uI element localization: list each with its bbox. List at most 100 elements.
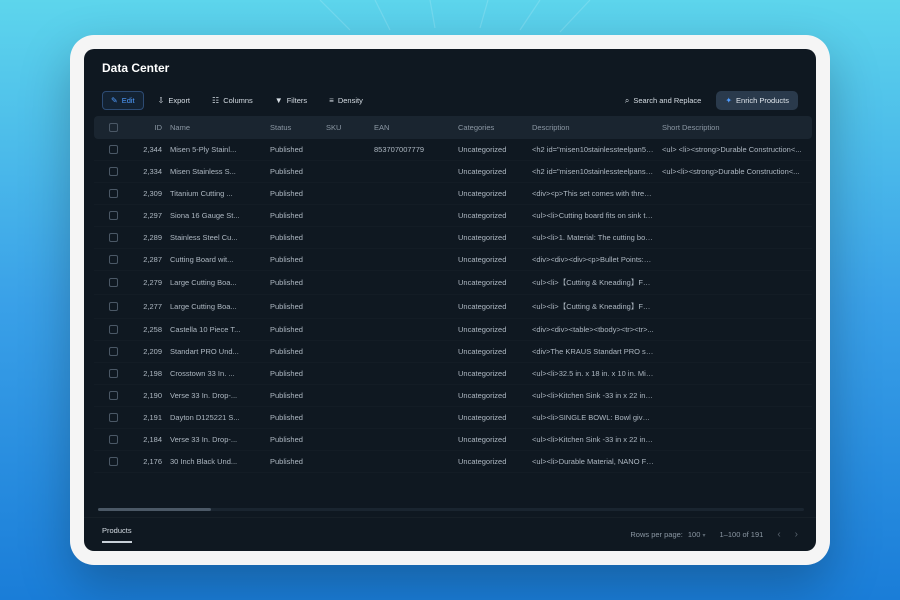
row-checkbox[interactable] [109, 302, 118, 311]
row-checkbox[interactable] [109, 369, 118, 378]
search-replace-label: Search and Replace [633, 96, 701, 105]
col-status[interactable]: Status [266, 123, 322, 132]
cell-id: 2,184 [126, 435, 166, 444]
table-row[interactable]: 2,309Titanium Cutting ...PublishedUncate… [94, 183, 812, 205]
cell-name: Crosstown 33 In. ... [166, 369, 266, 378]
tab-products[interactable]: Products [102, 526, 132, 543]
table-row[interactable]: 2,209Standart PRO Und...Published Uncateg… [94, 341, 812, 363]
cell-status: Published [266, 347, 322, 356]
cell-status: Published [266, 233, 322, 242]
col-ean[interactable]: EAN [370, 123, 454, 132]
row-checkbox[interactable] [109, 145, 118, 154]
table-row[interactable]: 2,289Stainless Steel Cu...PublishedUncat… [94, 227, 812, 249]
table-header-row: ID Name Status SKU EAN Categories Descri… [94, 116, 812, 139]
col-short-description[interactable]: Short Description [658, 123, 808, 132]
prev-page-button[interactable]: ‹ [777, 529, 780, 540]
table-row[interactable]: 2,17630 Inch Black Und...PublishedUncate… [94, 451, 812, 473]
row-checkbox[interactable] [109, 391, 118, 400]
density-button[interactable]: ≡ Density [321, 92, 371, 109]
chevron-down-icon: ▾ [703, 533, 706, 539]
row-checkbox[interactable] [109, 167, 118, 176]
scrollbar-thumb[interactable] [98, 508, 211, 511]
cell-status: Published [266, 145, 322, 154]
export-label: Export [168, 96, 190, 105]
table-row[interactable]: 2,184Verse 33 In. Drop-...PublishedUncat… [94, 429, 812, 451]
table-row[interactable]: 2,198Crosstown 33 In. ...PublishedUncate… [94, 363, 812, 385]
table-row[interactable]: 2,191Dayton D125221 S...PublishedUncateg… [94, 407, 812, 429]
cell-id: 2,289 [126, 233, 166, 242]
cell-name: Standart PRO Und... [166, 347, 266, 356]
density-icon: ≡ [329, 97, 334, 105]
cell-id: 2,334 [126, 167, 166, 176]
cell-name: Siona 16 Gauge St... [166, 211, 266, 220]
columns-button[interactable]: ☷ Columns [204, 92, 261, 109]
horizontal-scrollbar[interactable] [98, 508, 804, 511]
rows-per-page-select[interactable]: 100 ▾ [688, 530, 706, 539]
cell-name: Cutting Board wit... [166, 255, 266, 264]
select-all-checkbox[interactable] [109, 123, 118, 132]
cell-name: 30 Inch Black Und... [166, 457, 266, 466]
search-replace-button[interactable]: ⌕ Search and Replace [616, 91, 710, 110]
export-button[interactable]: ⇩ Export [150, 92, 198, 109]
density-label: Density [338, 96, 363, 105]
col-description[interactable]: Description [528, 123, 658, 132]
cell-status: Published [266, 325, 322, 334]
page-title: Data Center [84, 49, 816, 85]
row-checkbox[interactable] [109, 325, 118, 334]
table-row[interactable]: 2,277Large Cutting Boa...PublishedUncate… [94, 295, 812, 319]
search-icon: ⌕ [625, 97, 629, 105]
cell-name: Titanium Cutting ... [166, 189, 266, 198]
table-row[interactable]: 2,279Large Cutting Boa...PublishedUncate… [94, 271, 812, 295]
footer: Products Rows per page: 100 ▾ 1–100 of 1… [84, 517, 816, 551]
table-row[interactable]: 2,287Cutting Board wit...PublishedUncate… [94, 249, 812, 271]
cell-categories: Uncategorized [454, 325, 528, 334]
row-checkbox[interactable] [109, 278, 118, 287]
cell-name: Castella 10 Piece T... [166, 325, 266, 334]
edit-label: Edit [122, 96, 135, 105]
table-row[interactable]: 2,334Misen Stainless S...PublishedUncate… [94, 161, 812, 183]
table-row[interactable]: 2,190Verse 33 In. Drop-...PublishedUncat… [94, 385, 812, 407]
cell-categories: Uncategorized [454, 457, 528, 466]
cell-name: Large Cutting Boa... [166, 302, 266, 311]
cell-id: 2,344 [126, 145, 166, 154]
cell-name: Dayton D125221 S... [166, 413, 266, 422]
cell-description: <ul><li>Cutting board fits on sink top f… [528, 211, 658, 220]
pencil-icon: ✎ [111, 97, 118, 105]
cell-categories: Uncategorized [454, 391, 528, 400]
table-row[interactable]: 2,297Siona 16 Gauge St...PublishedUncate… [94, 205, 812, 227]
cell-categories: Uncategorized [454, 347, 528, 356]
cell-id: 2,190 [126, 391, 166, 400]
cell-categories: Uncategorized [454, 278, 528, 287]
col-categories[interactable]: Categories [454, 123, 528, 132]
edit-button[interactable]: ✎ Edit [102, 91, 144, 110]
row-checkbox[interactable] [109, 435, 118, 444]
cell-id: 2,191 [126, 413, 166, 422]
row-checkbox[interactable] [109, 189, 118, 198]
filters-label: Filters [287, 96, 307, 105]
table-row[interactable]: 2,344Misen 5-Ply Stainl...Published85370… [94, 139, 812, 161]
cell-status: Published [266, 435, 322, 444]
cell-categories: Uncategorized [454, 255, 528, 264]
col-sku[interactable]: SKU [322, 123, 370, 132]
cell-status: Published [266, 391, 322, 400]
row-checkbox[interactable] [109, 413, 118, 422]
cell-description: <ul><li>32.5 in. x 18 in. x 10 in. Minim… [528, 369, 658, 378]
row-checkbox[interactable] [109, 347, 118, 356]
cell-categories: Uncategorized [454, 211, 528, 220]
next-page-button[interactable]: › [795, 529, 798, 540]
cell-categories: Uncategorized [454, 167, 528, 176]
cell-id: 2,209 [126, 347, 166, 356]
enrich-products-button[interactable]: ✦ Enrich Products [716, 91, 798, 110]
cell-short-description: <ul> <li><strong>Durable Construction<..… [658, 145, 808, 154]
filters-button[interactable]: ▼ Filters [267, 92, 315, 109]
row-checkbox[interactable] [109, 457, 118, 466]
cell-description: <div><p>This set comes with three differ… [528, 189, 658, 198]
col-id[interactable]: ID [126, 123, 166, 132]
col-name[interactable]: Name [166, 123, 266, 132]
row-checkbox[interactable] [109, 233, 118, 242]
row-checkbox[interactable] [109, 255, 118, 264]
pagination: Rows per page: 100 ▾ 1–100 of 191 ‹ › [630, 529, 798, 540]
cell-id: 2,176 [126, 457, 166, 466]
table-row[interactable]: 2,258Castella 10 Piece T...PublishedUnca… [94, 319, 812, 341]
row-checkbox[interactable] [109, 211, 118, 220]
